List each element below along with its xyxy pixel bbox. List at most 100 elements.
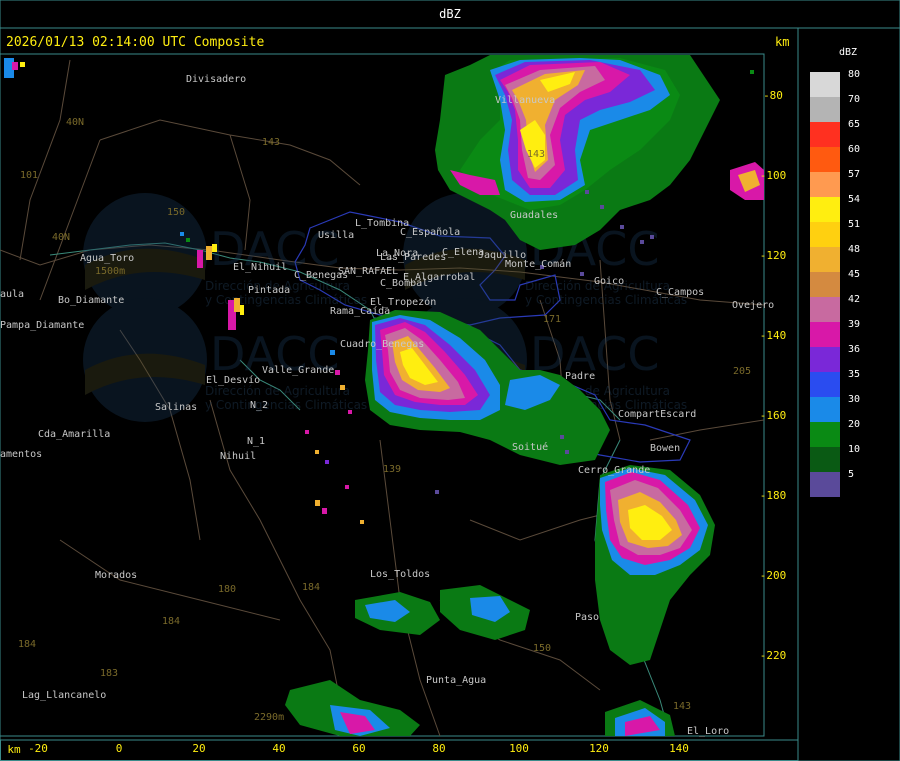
x-tick-label: 0 [116, 742, 123, 755]
map-label: 143 [673, 701, 691, 712]
legend-swatch [810, 447, 840, 472]
map-label: Cda_Amarilla [38, 429, 110, 440]
map-label: Valle_Grande [262, 365, 334, 376]
map-panel[interactable]: DACC Dirección de Agricultura y Continge… [0, 27, 799, 756]
map-label: Cerro_Grande [578, 465, 650, 476]
map-label: 40N [66, 117, 84, 128]
x-tick-label: -20 [28, 742, 48, 755]
watermark-line2-3: y Contingencias Climáticas [205, 398, 367, 412]
legend-swatch [810, 72, 840, 97]
legend-swatch [810, 122, 840, 147]
legend-label: 39 [848, 319, 860, 330]
map-label: Morados [95, 570, 137, 581]
legend-panel: dBZ 80 70 65 60 57 54 51 48 45 42 39 36 35 30 20 10 5 [797, 27, 900, 761]
y-tick-label: -220 [760, 649, 787, 662]
map-label: C_Española [400, 227, 460, 238]
map-label: Agua_Toro [80, 253, 134, 264]
legend-swatch [810, 372, 840, 397]
legend-swatch [810, 472, 840, 497]
map-label: 183 [100, 668, 118, 679]
map-label: El_Loro [687, 726, 729, 737]
legend-swatch [810, 172, 840, 197]
map-label: Guadales [510, 210, 558, 221]
map-label: Las_Paredes [380, 252, 446, 263]
map-label: C_Campos [656, 287, 704, 298]
y-tick-label: -100 [760, 169, 787, 182]
map-label: Nihuil [220, 451, 256, 462]
legend-swatch [810, 397, 840, 422]
map-label: 180 [218, 584, 236, 595]
title-bar: dBZ [0, 0, 900, 29]
watermark-line1-3: Dirección de Agricultura [205, 384, 350, 398]
x-tick-label: 40 [272, 742, 285, 755]
map-label: aula [0, 289, 24, 300]
legend-swatch [810, 272, 840, 297]
map-label: 205 [733, 366, 751, 377]
map-label: C_Bombal [380, 278, 428, 289]
legend-label: 70 [848, 94, 860, 105]
legend-label: 36 [848, 344, 860, 355]
radar-composite-display: dBZ DACC Dirección de Agricultura y Cont… [0, 0, 900, 761]
legend-swatch [810, 222, 840, 247]
map-label: 2290m [254, 712, 284, 723]
legend-label: 54 [848, 194, 860, 205]
product-timestamp: 2026/01/13 02:14:00 UTC Composite [6, 35, 264, 50]
map-label: 139 [383, 464, 401, 475]
x-tick-label: 120 [589, 742, 609, 755]
legend-label: 45 [848, 269, 860, 280]
map-label: CompartEscard [618, 409, 696, 420]
map-label: Monte_Comán [505, 258, 571, 270]
map-label: Soitué [512, 441, 548, 453]
map-label: 101 [20, 170, 38, 181]
x-tick-label: 20 [192, 742, 205, 755]
x-tick-label: 140 [669, 742, 689, 755]
map-label: Bowen [650, 443, 680, 454]
map-label: 40N [52, 232, 70, 243]
map-label: Padre [565, 371, 595, 382]
map-label: Los_Toldos [370, 569, 430, 580]
legend-label: 35 [848, 369, 860, 380]
legend-swatch [810, 347, 840, 372]
legend-label: 5 [848, 469, 854, 480]
map-label: Divisadero [186, 74, 246, 85]
map-label: SAN_RAFAEL [338, 266, 398, 277]
map-label: Usilla [318, 230, 354, 241]
legend-label: 10 [848, 444, 860, 455]
map-label: Salinas [155, 402, 197, 413]
map-label: 184 [302, 582, 320, 593]
map-label: Pintada [248, 285, 290, 296]
legend-swatch [810, 322, 840, 347]
x-tick-label: 80 [432, 742, 445, 755]
map-label: El_Nihuil [233, 262, 287, 273]
map-label: 150 [533, 643, 551, 654]
legend-label: 51 [848, 219, 860, 230]
map-label: 171 [543, 314, 561, 325]
legend-label: 65 [848, 119, 860, 130]
x-tick-label: 100 [509, 742, 529, 755]
map-label: El_Tropezón [370, 296, 436, 308]
map-label: 184 [162, 616, 180, 627]
legend-label: 60 [848, 144, 860, 155]
map-label: Pampa_Diamante [0, 320, 84, 331]
map-label: amentos [0, 449, 42, 460]
unit-label-top: km [775, 35, 789, 49]
legend-label: 30 [848, 394, 860, 405]
unit-label-bottom: km [7, 743, 21, 756]
legend-title: dBZ [839, 47, 857, 58]
legend-label: 80 [848, 69, 860, 80]
map-label: Lag_Llancanelo [22, 690, 106, 701]
y-tick-label: -140 [760, 329, 787, 342]
map-label: N_1 [247, 436, 265, 447]
legend-label: 57 [848, 169, 860, 180]
map-label: 143 [527, 149, 545, 160]
legend-swatch [810, 147, 840, 172]
legend-swatch [810, 297, 840, 322]
map-label: 184 [18, 639, 36, 650]
legend-label: 42 [848, 294, 860, 305]
map-label: El_Desvío [206, 374, 260, 386]
legend-swatch [810, 422, 840, 447]
legend-swatch [810, 197, 840, 222]
map-label: 1500m [95, 266, 125, 277]
map-label: 143 [262, 137, 280, 148]
legend-label: 20 [848, 419, 860, 430]
